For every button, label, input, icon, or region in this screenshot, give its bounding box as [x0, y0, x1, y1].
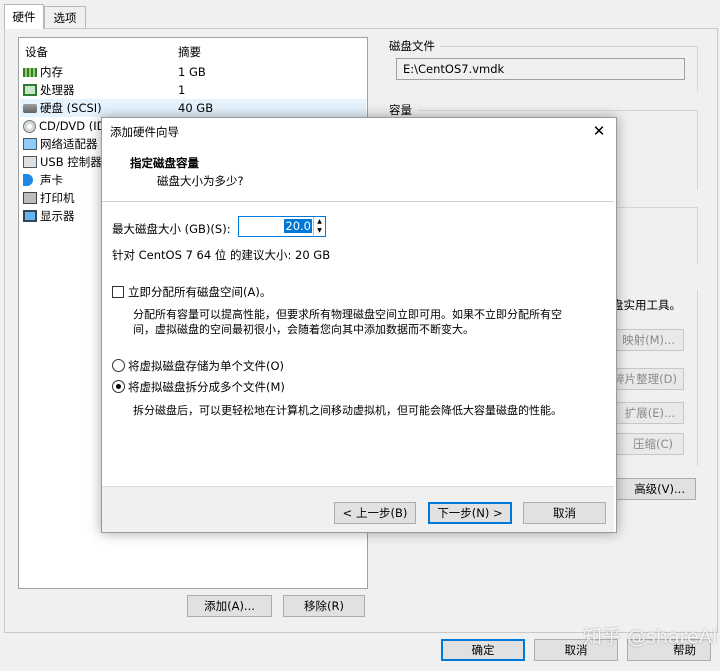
- printer-icon: [23, 192, 37, 204]
- device-name: 处理器: [40, 83, 75, 97]
- wizard-subheading: 磁盘大小为多少?: [157, 174, 244, 188]
- add-hardware-wizard-dialog: 添加硬件向导 ✕ 指定磁盘容量 磁盘大小为多少? 最大磁盘大小 (GB)(S):…: [101, 117, 617, 533]
- device-row-usb[interactable]: USB 控制器: [23, 153, 102, 171]
- capacity-title: 容量: [389, 103, 412, 117]
- disk-file-field[interactable]: E:\CentOS7.vmdk: [396, 58, 685, 80]
- memory-icon: [23, 67, 37, 77]
- next-button[interactable]: 下一步(N) >: [428, 502, 512, 524]
- add-hardware-button[interactable]: 添加(A)...: [187, 595, 272, 617]
- allocate-all-label[interactable]: 立即分配所有磁盘空间(A)。: [128, 284, 271, 300]
- device-row-display[interactable]: 显示器: [23, 207, 75, 225]
- device-summary: 1: [178, 83, 186, 97]
- remove-hardware-button[interactable]: 移除(R): [283, 595, 365, 617]
- close-icon[interactable]: ✕: [588, 120, 610, 142]
- wizard-heading: 指定磁盘容量: [130, 156, 199, 170]
- allocate-description-line-1: 分配所有容量可以提高性能，但要求所有物理磁盘空间立即可用。如果不立即分配所有空: [133, 308, 562, 321]
- split-description: 拆分磁盘后，可以更轻松地在计算机之间移动虚拟机，但可能会降低大容量磁盘的性能。: [133, 404, 562, 417]
- tab-hardware[interactable]: 硬件: [4, 4, 44, 29]
- dialog-title: 添加硬件向导: [110, 125, 179, 139]
- utilities-text: 盘实用工具。: [612, 298, 681, 312]
- sound-card-icon: [23, 174, 33, 186]
- header-divider: [102, 201, 614, 202]
- size-stepper[interactable]: ▲ ▼: [313, 217, 325, 236]
- device-name: 硬盘 (SCSI): [40, 101, 102, 115]
- network-adapter-icon: [23, 138, 37, 150]
- advanced-button[interactable]: 高级(V)...: [604, 478, 696, 500]
- hard-disk-icon: [23, 103, 37, 113]
- recommended-size-text: 针对 CentOS 7 64 位 的建议大小: 20 GB: [112, 248, 331, 262]
- device-row-memory[interactable]: 内存: [23, 63, 63, 81]
- multiple-files-label[interactable]: 将虚拟磁盘拆分成多个文件(M): [128, 379, 285, 395]
- device-row-processor[interactable]: 处理器: [23, 81, 75, 99]
- max-disk-size-label: 最大磁盘大小 (GB)(S):: [112, 222, 231, 236]
- chevron-down-icon[interactable]: ▼: [314, 226, 325, 235]
- chevron-up-icon[interactable]: ▲: [314, 217, 325, 226]
- device-summary: 1 GB: [178, 65, 206, 79]
- max-disk-size-input[interactable]: 20.0 ▲ ▼: [238, 216, 326, 237]
- device-name: CD/DVD (ID: [39, 119, 106, 133]
- device-row-hard-disk[interactable]: 硬盘 (SCSI): [23, 99, 102, 117]
- column-header-device[interactable]: 设备: [25, 44, 48, 60]
- single-file-label[interactable]: 将虚拟磁盘存储为单个文件(O): [128, 358, 284, 374]
- watermark: 知乎 @shareAI: [583, 626, 718, 648]
- multiple-files-radio[interactable]: [112, 380, 125, 393]
- device-row-printer[interactable]: 打印机: [23, 189, 75, 207]
- device-name: 声卡: [40, 173, 63, 187]
- ok-button[interactable]: 确定: [441, 639, 525, 661]
- allocate-description-line-2: 间，虚拟磁盘的空间最初很小，会随着您向其中添加数据而不断变大。: [133, 323, 474, 336]
- device-name: 内存: [40, 65, 63, 79]
- device-name: 显示器: [40, 209, 75, 223]
- device-row-network[interactable]: 网络适配器: [23, 135, 98, 153]
- max-disk-size-value: 20.0: [284, 219, 312, 233]
- device-name: USB 控制器: [40, 155, 102, 169]
- tab-options[interactable]: 选项: [44, 6, 86, 28]
- disk-file-title: 磁盘文件: [389, 39, 435, 53]
- usb-icon: [23, 156, 37, 168]
- cd-dvd-icon: [23, 119, 36, 133]
- cpu-icon: [23, 84, 37, 96]
- back-button[interactable]: < 上一步(B): [334, 502, 416, 524]
- column-header-summary[interactable]: 摘要: [178, 44, 201, 60]
- device-summary: 40 GB: [178, 101, 214, 115]
- device-name: 打印机: [40, 191, 75, 205]
- device-row-sound[interactable]: 声卡: [23, 171, 63, 189]
- device-row-cd-dvd[interactable]: CD/DVD (ID: [23, 117, 106, 135]
- single-file-radio[interactable]: [112, 359, 125, 372]
- allocate-all-checkbox[interactable]: [112, 286, 124, 298]
- monitor-icon: [23, 210, 37, 222]
- device-name: 网络适配器: [40, 137, 98, 151]
- dialog-cancel-button[interactable]: 取消: [523, 502, 606, 524]
